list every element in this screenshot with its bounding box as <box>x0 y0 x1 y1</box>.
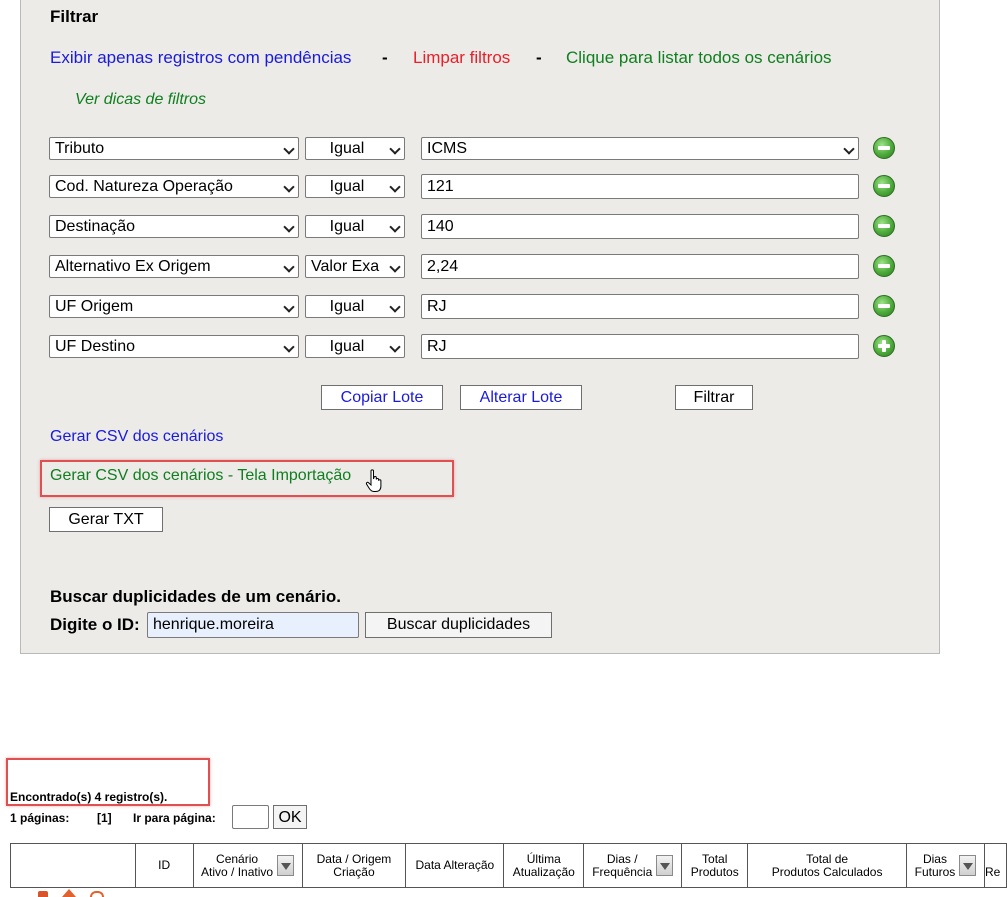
separator: - <box>382 48 388 67</box>
chevron-down-icon <box>843 143 855 155</box>
filter-field-select[interactable]: Alternativo Ex Origem <box>49 255 299 278</box>
hand-cursor-icon <box>365 469 382 492</box>
sort-dropdown-icon[interactable] <box>959 855 977 876</box>
id-label: Digite o ID: <box>50 615 140 634</box>
filter-field-select[interactable]: Destinação <box>49 215 299 238</box>
search-duplicates-button[interactable]: Buscar duplicidades <box>365 612 552 638</box>
current-page[interactable]: [1] <box>97 811 112 825</box>
filter-field-select[interactable]: UF Origem <box>49 295 299 318</box>
ok-button[interactable]: OK <box>273 805 307 829</box>
separator: - <box>536 48 542 67</box>
duplicates-title: Buscar duplicidades de um cenário. <box>50 587 341 606</box>
refresh-icon[interactable] <box>90 891 104 897</box>
table-header-days-frequency[interactable]: Dias / Frequência <box>583 843 683 888</box>
goto-page-label: Ir para página: <box>133 811 216 825</box>
edit-icon[interactable] <box>38 891 48 897</box>
table-header-actions <box>10 843 136 888</box>
filter-field-select[interactable]: Tributo <box>49 137 299 160</box>
remove-filter-icon[interactable] <box>873 295 895 317</box>
filter-operator-select[interactable]: Igual <box>305 215 405 238</box>
remove-filter-icon[interactable] <box>873 175 895 197</box>
id-input[interactable]: henrique.moreira <box>147 612 359 638</box>
only-pending-link[interactable]: Exibir apenas registros com pendências <box>50 48 351 68</box>
filter-panel: Filtrar Exibir apenas registros com pend… <box>20 0 940 654</box>
table-header-total-calculated: Total de Produtos Calculados <box>747 843 907 888</box>
chevron-down-icon <box>389 181 401 193</box>
generate-txt-button[interactable]: Gerar TXT <box>49 507 163 532</box>
table-header-future-days[interactable]: Dias Futuros <box>905 843 985 888</box>
filter-value-input[interactable]: 2,24 <box>421 254 859 279</box>
filter-field-select[interactable]: UF Destino <box>49 335 299 358</box>
chevron-down-icon <box>389 301 401 313</box>
table-header-scenario[interactable]: Cenário Ativo / Inativo <box>192 843 303 888</box>
clear-filters-link[interactable]: Limpar filtros <box>413 48 510 68</box>
pages-label: 1 páginas: <box>10 811 70 825</box>
filter-operator-select[interactable]: Igual <box>305 137 405 160</box>
goto-page-input[interactable] <box>232 805 269 829</box>
results-table: ID Cenário Ativo / Inativo Data / Origem C… <box>10 843 1007 888</box>
alter-batch-button[interactable]: Alterar Lote <box>460 385 582 410</box>
chevron-down-icon <box>389 261 401 273</box>
chevron-down-icon <box>283 143 295 155</box>
remove-filter-icon[interactable] <box>873 215 895 237</box>
chevron-down-icon <box>389 341 401 353</box>
table-header-total-products: Total Produtos <box>681 843 749 888</box>
copy-batch-button[interactable]: Copiar Lote <box>321 385 443 410</box>
generate-csv-link[interactable]: Gerar CSV dos cenários <box>50 428 223 446</box>
highlight-box <box>40 460 454 497</box>
filter-operator-select[interactable]: Igual <box>305 175 405 198</box>
filter-value-input[interactable]: 121 <box>421 174 859 199</box>
chevron-down-icon <box>283 181 295 193</box>
chevron-down-icon <box>283 261 295 273</box>
filter-value-input[interactable]: RJ <box>421 294 859 319</box>
chevron-down-icon <box>389 221 401 233</box>
filter-value-input[interactable]: RJ <box>421 334 859 359</box>
table-header-last-update: Última Atualização <box>503 843 585 888</box>
table-header-alteration-date: Data Alteração <box>405 843 505 888</box>
delete-icon[interactable] <box>62 889 76 897</box>
add-filter-icon[interactable] <box>873 335 895 357</box>
filter-operator-select[interactable]: Valor Exa <box>305 255 405 278</box>
filter-value-input[interactable]: 140 <box>421 214 859 239</box>
table-header-creation: Data / Origem Criação <box>301 843 407 888</box>
remove-filter-icon[interactable] <box>873 255 895 277</box>
sort-dropdown-icon[interactable] <box>277 855 295 876</box>
chevron-down-icon <box>283 301 295 313</box>
chevron-down-icon <box>283 341 295 353</box>
chevron-down-icon <box>389 143 401 155</box>
filter-operator-select[interactable]: Igual <box>305 335 405 358</box>
table-header-id: ID <box>134 843 194 888</box>
filter-field-select[interactable]: Cod. Natureza Operação <box>49 175 299 198</box>
table-header-re: Re <box>983 843 1007 888</box>
table-header-row: ID Cenário Ativo / Inativo Data / Origem C… <box>10 843 1007 888</box>
remove-filter-icon[interactable] <box>873 137 895 159</box>
filter-title: Filtrar <box>50 7 99 26</box>
chevron-down-icon <box>283 221 295 233</box>
filter-operator-select[interactable]: Igual <box>305 295 405 318</box>
filter-tips-link[interactable]: Ver dicas de filtros <box>75 91 206 109</box>
filter-value-select[interactable]: ICMS <box>421 137 859 160</box>
filter-button[interactable]: Filtrar <box>675 385 753 410</box>
sort-dropdown-icon[interactable] <box>656 855 674 876</box>
list-all-link[interactable]: Clique para listar todos os cenários <box>566 48 832 68</box>
found-records-text: Encontrado(s) 4 registro(s). <box>10 790 168 804</box>
